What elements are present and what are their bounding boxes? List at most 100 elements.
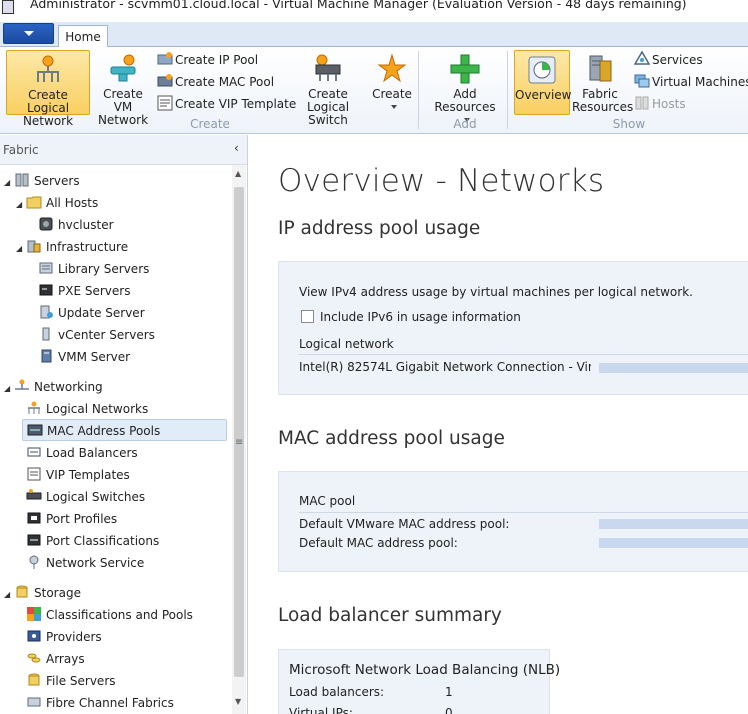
tree-item-label: Logical Networks [46,402,149,416]
tree-item-label: Logical Switches [46,490,146,504]
chevron-down-icon [390,105,397,109]
tree-item-hvcluster[interactable]: hvcluster [38,214,114,236]
tree-item-label: Classifications and Pools [46,608,193,622]
tree-item-label: Storage [34,586,81,600]
services-button[interactable]: Services [634,50,703,70]
tree-item-label: Network Service [46,556,145,570]
load-balancer-summary-title: Load balancer summary [278,605,502,626]
scroll-down-icon[interactable]: ▼ [235,697,241,706]
logical-switch-icon [26,489,42,500]
virtual-machines-button[interactable]: Virtual Machines [634,72,748,92]
tree-item-port-profiles[interactable]: Port Profiles [26,508,117,530]
ip-pool-icon [157,52,173,65]
include-ipv6-checkbox[interactable] [301,310,314,323]
tree-item-networking[interactable]: ◢ Networking [4,376,103,398]
tree-item-providers[interactable]: Providers [26,626,102,648]
tab-home[interactable]: Home [58,25,108,48]
expand-arrow-icon[interactable]: ◢ [16,238,26,260]
create-logical-network-button[interactable]: Create Logical Network [6,50,90,128]
expand-arrow-icon[interactable]: ◢ [4,584,14,606]
create-vip-template-button[interactable]: Create VIP Template [157,94,296,114]
ip-pool-usage-panel: View IPv4 address usage by virtual machi… [278,261,748,395]
networking-icon [15,379,29,390]
tree-item-classifications-and-pools[interactable]: Classifications and Pools [26,604,193,626]
chevron-down-icon [24,31,34,36]
create-dropdown-button[interactable]: Create [370,50,414,115]
overview-chart-icon [528,56,556,84]
tree-item-update-server[interactable]: Update Server [38,302,145,324]
overview-button[interactable]: Overview [514,50,572,115]
show-group-label: Show [612,117,646,131]
virtual-ips-label: Virtual IPs: [289,706,353,714]
tree-item-network-service[interactable]: Network Service [26,552,144,574]
add-group-label: Add [453,117,477,131]
create-mac-pool-button[interactable]: Create MAC Pool [157,72,274,92]
logical-network-icon [37,55,59,82]
load-balancer-card: Microsoft Network Load Balancing (NLB) L… [278,649,560,714]
tree-item-vip-templates[interactable]: VIP Templates [26,464,130,486]
tree-item-file-servers[interactable]: File Servers [26,670,116,692]
tree-item-logical-switches[interactable]: Logical Switches [26,486,145,508]
scroll-up-icon[interactable]: ▲ [235,169,241,178]
tree-item-vcenter-servers[interactable]: vCenter Servers [38,324,155,346]
tree-item-label: All Hosts [46,196,99,210]
add-resources-label-2: Resources [434,100,496,114]
ribbon-tab-strip: Home [0,22,748,48]
scrollbar-thumb[interactable] [234,187,244,677]
create-ip-pool-button[interactable]: Create IP Pool [157,50,258,70]
mac-pool-row-name: Default MAC address pool: [299,536,458,550]
tree-item-servers[interactable]: ◢ Servers [4,170,80,192]
tree-item-pxe-servers[interactable]: PXE Servers [38,280,130,302]
create-logical-switch-button[interactable]: Create Logical Switch [289,50,367,127]
create-group-label: Create [190,117,230,131]
create-label: Create [372,87,412,101]
tree-item-all-hosts[interactable]: ◢ All Hosts [16,192,98,214]
group-separator [418,51,419,129]
tree-item-library-servers[interactable]: Library Servers [38,258,149,280]
fabric-resources-label-1: Fabric [582,87,618,101]
virtual-machines-label: Virtual Machines [652,75,748,89]
mac-pool-row-name: Default VMware MAC address pool: [299,517,510,531]
create-mac-pool-label: Create MAC Pool [175,75,275,89]
tree-item-fibre-channel-fabrics[interactable]: Fibre Channel Fabrics [26,692,174,714]
create-vm-network-button[interactable]: Create VM Network [92,50,154,127]
window-title: Administrator - scvmm01.cloud.local - Vi… [30,0,687,11]
file-menu-button[interactable] [3,23,54,44]
tree-item-vmm-server[interactable]: VMM Server [38,346,130,368]
create-vip-template-label: Create VIP Template [175,97,297,111]
pxe-server-icon [39,284,53,296]
mac-usage-bar [599,538,748,548]
hosts-button[interactable]: Hosts [634,94,686,114]
add-plus-icon [450,54,480,84]
overview-label: Overview [515,88,572,102]
expand-arrow-icon[interactable]: ◢ [4,378,14,400]
collapse-pane-icon[interactable]: ‹ [234,141,239,155]
logical-network-icon [28,401,40,414]
tree-item-mac-address-pools[interactable]: MAC Address Pools [22,419,227,441]
title-bar: Administrator - scvmm01.cloud.local - Vi… [0,0,748,16]
file-servers-icon [28,673,40,686]
tree-item-storage[interactable]: ◢ Storage [4,582,81,604]
fabric-resources-button[interactable]: Fabric Resources [572,50,633,115]
tree-item-label: Update Server [58,306,145,320]
tree-item-logical-networks[interactable]: Logical Networks [26,398,148,420]
load-balancer-icon [27,447,41,457]
hosts-label: Hosts [652,97,686,111]
nav-header: Fabric ‹ [0,135,247,165]
fibre-channel-icon [27,697,41,707]
add-resources-button[interactable]: Add Resources [430,50,500,122]
tree-item-load-balancers[interactable]: Load Balancers [26,442,138,464]
tree-item-label: hvcluster [58,218,114,232]
nav-header-label: Fabric [3,143,39,157]
app-icon[interactable] [2,0,14,14]
load-balancers-label: Load balancers: [289,685,385,699]
tree-item-arrays[interactable]: Arrays [26,648,85,670]
tree-item-label: Networking [34,380,103,394]
tree-item-infrastructure[interactable]: ◢ Infrastructure [16,236,128,258]
mac-usage-bar [599,519,748,529]
expand-arrow-icon[interactable]: ◢ [16,194,26,216]
tree-item-port-classifications[interactable]: Port Classifications [26,530,159,552]
expand-arrow-icon[interactable]: ◢ [4,172,14,194]
create-logical-switch-label-1: Create [308,87,348,101]
nav-scrollbar[interactable]: ▲ ≡ ▼ [232,165,246,714]
